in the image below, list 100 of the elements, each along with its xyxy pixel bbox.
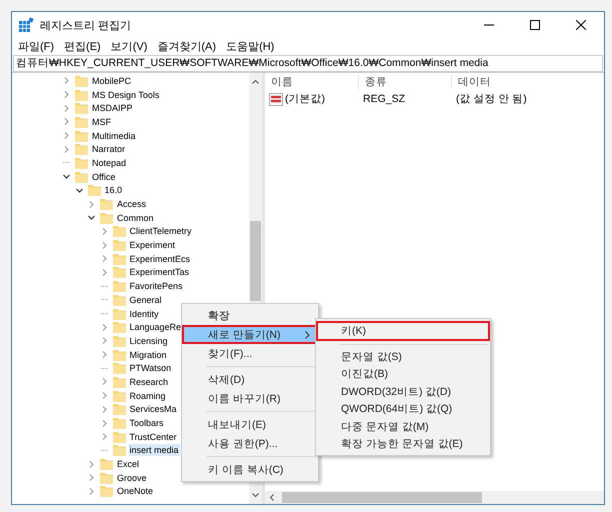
- tree-item[interactable]: Experiment: [128, 239, 176, 252]
- address-field[interactable]: 컴퓨터₩HKEY_CURRENT_USER₩SOFTWARE₩Microsoft₩Office₩16.0₩Common₩insert media: [13, 55, 603, 72]
- tree-item[interactable]: Excel: [116, 458, 140, 470]
- tree-item[interactable]: Identity: [128, 308, 160, 320]
- tree-item[interactable]: Roaming: [128, 390, 167, 402]
- chevron-right-icon[interactable]: [100, 392, 108, 400]
- value-name: (기본값): [285, 92, 325, 106]
- tree-item[interactable]: ExperimentEcs: [128, 252, 192, 265]
- chevron-down-icon[interactable]: [88, 214, 95, 222]
- tree-item[interactable]: PTWatson: [128, 362, 172, 374]
- tree-item[interactable]: MSF: [91, 116, 112, 128]
- chevron-right-icon[interactable]: [100, 268, 108, 276]
- chevron-right-icon[interactable]: [100, 406, 108, 413]
- menu-item[interactable]: 찾기(F)...: [182, 344, 318, 363]
- chevron-right-icon[interactable]: [100, 433, 108, 440]
- tree-item[interactable]: MobilePC: [91, 74, 132, 87]
- menu-item[interactable]: 즐겨찾기(A): [157, 39, 216, 54]
- chevron-right-icon[interactable]: [100, 255, 108, 262]
- tree-item[interactable]: MSDAIPP: [91, 102, 134, 114]
- chevron-right-icon[interactable]: [88, 488, 95, 495]
- folder-icon: [112, 252, 126, 265]
- chevron-right-icon[interactable]: [100, 351, 108, 358]
- chevron-right-icon[interactable]: [63, 104, 70, 112]
- tree-item[interactable]: ServicesMa: [128, 403, 178, 416]
- menu-item[interactable]: 키 이름 복사(C): [182, 460, 318, 479]
- column-header[interactable]: 이름: [265, 75, 359, 89]
- chevron-right-icon[interactable]: [100, 378, 108, 386]
- tree-item[interactable]: Research: [128, 376, 170, 388]
- chevron-right-icon[interactable]: [63, 132, 70, 140]
- scrollbar[interactable]: [265, 491, 604, 504]
- chevron-right-icon[interactable]: [63, 146, 70, 153]
- column-header[interactable]: 데이터: [452, 75, 592, 89]
- folder-icon: [100, 198, 113, 210]
- column-header[interactable]: 종류: [359, 75, 452, 89]
- tree-item[interactable]: Licensing: [128, 334, 169, 347]
- value-data: (값 설정 안 됨): [455, 92, 527, 106]
- tree-item[interactable]: Common: [116, 212, 155, 224]
- menu-item[interactable]: 사용 권한(P)...: [182, 434, 318, 453]
- tree-item[interactable]: General: [128, 294, 163, 306]
- folder-icon: [112, 390, 126, 402]
- chevron-right-icon[interactable]: [100, 420, 108, 427]
- folder-icon: [112, 430, 126, 443]
- menu-item[interactable]: 이진값(B): [316, 366, 490, 383]
- tree-item[interactable]: TrustCenter: [128, 430, 178, 443]
- folder-icon: [112, 239, 126, 252]
- menu-item[interactable]: 문자열 값(S): [316, 348, 490, 366]
- menu-item[interactable]: 도움말(H): [226, 39, 274, 54]
- tree-item[interactable]: LanguageRe: [128, 321, 182, 334]
- menu-item[interactable]: QWORD(64비트) 값(Q): [316, 400, 490, 418]
- menu-item[interactable]: 이름 바꾸기(R): [182, 389, 318, 408]
- folder-icon: [112, 348, 126, 361]
- folder-icon: [100, 485, 113, 498]
- menu-item[interactable]: 새로 만들기(N): [182, 325, 318, 344]
- chevron-right-icon[interactable]: [100, 242, 108, 249]
- tree-item[interactable]: MS Design Tools: [91, 88, 160, 101]
- tree-item[interactable]: Toolbars: [128, 417, 165, 430]
- chevron-right-icon[interactable]: [63, 118, 70, 126]
- menu-item[interactable]: 다중 문자열 값(M): [316, 418, 490, 436]
- menu-item[interactable]: 내보내기(E): [182, 415, 318, 434]
- chevron-down-icon[interactable]: [63, 173, 70, 180]
- tree-item[interactable]: FavoritePens: [128, 280, 184, 292]
- chevron-right-icon[interactable]: [88, 460, 95, 468]
- chevron-right-icon[interactable]: [100, 228, 108, 235]
- chevron-down-icon[interactable]: [76, 186, 82, 194]
- tree-item[interactable]: insert media: [128, 444, 180, 456]
- tree-item[interactable]: Groove: [116, 472, 148, 484]
- scrollbar-thumb[interactable]: [250, 221, 261, 301]
- menu-item[interactable]: 편집(E): [64, 39, 101, 54]
- scroll-left-icon[interactable]: [269, 494, 274, 501]
- menu-item[interactable]: 삭제(D): [182, 370, 318, 389]
- tree-item[interactable]: Access: [116, 198, 148, 210]
- tree-item[interactable]: OneNote: [116, 485, 154, 498]
- tree-item[interactable]: Notepad: [91, 156, 128, 169]
- menu-item[interactable]: 파일(F): [18, 39, 54, 54]
- menu-item[interactable]: DWORD(32비트) 값(D): [316, 383, 490, 400]
- menu-item[interactable]: 키(K): [316, 321, 490, 341]
- tree-item[interactable]: Multimedia: [91, 130, 137, 142]
- tree-item[interactable]: Migration: [128, 348, 168, 361]
- tree-item[interactable]: Narrator: [91, 143, 126, 156]
- tree-item[interactable]: 16.0: [104, 184, 124, 196]
- chevron-right-icon[interactable]: [63, 91, 70, 98]
- scroll-up-icon[interactable]: [252, 79, 259, 84]
- folder-icon: [75, 102, 88, 114]
- folder-icon: [112, 321, 126, 334]
- chevron-right-icon[interactable]: [88, 200, 95, 208]
- chevron-right-icon[interactable]: [63, 77, 70, 84]
- scroll-down-icon[interactable]: [252, 493, 259, 498]
- chevron-right-icon[interactable]: [100, 337, 108, 344]
- folder-icon: [88, 184, 100, 196]
- tree-item[interactable]: Office: [91, 170, 116, 183]
- folder-icon: [112, 362, 126, 374]
- tree-item[interactable]: ExperimentTas: [128, 266, 190, 278]
- chevron-right-icon[interactable]: [88, 474, 95, 482]
- chevron-right-icon[interactable]: [100, 324, 108, 331]
- menu-item[interactable]: 확장 가능한 문자열 값(E): [316, 436, 490, 453]
- tree-item[interactable]: ClientTelemetry: [128, 225, 193, 238]
- folder-icon: [112, 266, 126, 278]
- folder-icon: [112, 334, 126, 347]
- menu-item[interactable]: 보기(V): [110, 39, 148, 54]
- menu-item[interactable]: 확장: [182, 306, 318, 325]
